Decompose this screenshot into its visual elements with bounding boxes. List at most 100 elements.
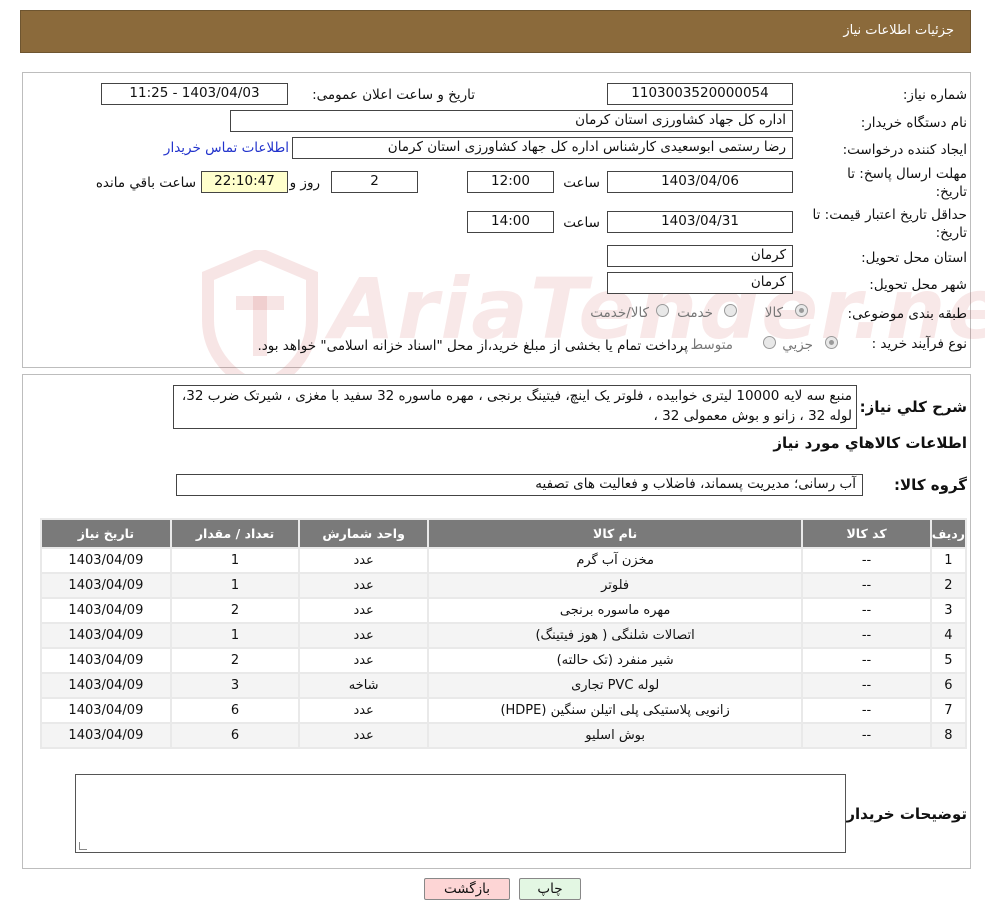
cell-code: -- bbox=[801, 647, 932, 674]
col-qty: تعداد / مقدار bbox=[169, 518, 301, 549]
city-label: شهر محل تحویل: bbox=[869, 277, 967, 293]
price-time-label: ساعت bbox=[563, 215, 600, 231]
remaining-time-field: 22:10:47 bbox=[201, 171, 288, 193]
back-button[interactable]: بازگشت bbox=[424, 878, 510, 900]
process-note: پرداخت تمام یا بخشی از مبلغ خرید،از محل … bbox=[257, 338, 688, 354]
page-title: جزئیات اطلاعات نیاز bbox=[843, 23, 954, 38]
price-time-field: 14:00 bbox=[467, 211, 554, 233]
cell-date: 1403/04/09 bbox=[40, 647, 172, 674]
cell-row: 8 bbox=[929, 722, 968, 749]
reply-deadline-label: مهلت ارسال پاسخ: تا bbox=[847, 166, 967, 182]
cell-row: 7 bbox=[929, 697, 968, 724]
price-date-field: 1403/04/31 bbox=[607, 211, 793, 233]
col-date: تاریخ نیاز bbox=[40, 518, 172, 549]
reply-time-field: 12:00 bbox=[467, 171, 554, 193]
cell-row: 5 bbox=[929, 647, 968, 674]
cell-row: 4 bbox=[929, 622, 968, 649]
category-option-service: خدمت bbox=[677, 305, 713, 321]
reply-date-field: 1403/04/06 bbox=[607, 171, 793, 193]
cell-unit: عدد bbox=[298, 622, 429, 649]
cell-name: لوله PVC تجاری bbox=[426, 672, 804, 699]
cell-code: -- bbox=[801, 572, 932, 599]
cell-qty: 6 bbox=[169, 697, 301, 724]
cell-unit: شاخه bbox=[298, 672, 429, 699]
reply-time-label: ساعت bbox=[563, 175, 600, 191]
category-radio-goods-service[interactable] bbox=[656, 304, 669, 317]
buyer-notes-label: توضیحات خریدار: bbox=[840, 805, 967, 823]
cell-name: مخزن آب گرم bbox=[426, 547, 804, 574]
cell-row: 1 bbox=[929, 547, 968, 574]
cell-qty: 2 bbox=[169, 647, 301, 674]
table-row: 5 -- شیر منفرد (تک حالته) عدد 2 1403/04/… bbox=[40, 647, 968, 674]
creator-label: ایجاد کننده درخواست: bbox=[842, 142, 967, 158]
cell-date: 1403/04/09 bbox=[40, 672, 172, 699]
remaining-label: ساعت باقي مانده bbox=[95, 175, 196, 191]
category-label: طبقه بندی موضوعی: bbox=[847, 306, 967, 322]
table-row: 3 -- مهره ماسوره برنجی عدد 2 1403/04/09 bbox=[40, 597, 968, 624]
col-unit: واحد شمارش bbox=[298, 518, 429, 549]
cell-qty: 2 bbox=[169, 597, 301, 624]
province-label: استان محل تحویل: bbox=[861, 250, 967, 266]
cell-date: 1403/04/09 bbox=[40, 597, 172, 624]
cell-name: اتصالات شلنگی ( هوز فیتینگ) bbox=[426, 622, 804, 649]
table-row: 1 -- مخزن آب گرم عدد 1 1403/04/09 bbox=[40, 547, 968, 574]
resize-grip-icon[interactable] bbox=[79, 842, 87, 850]
days-field: 2 bbox=[331, 171, 418, 193]
cell-name: زانویی پلاستیکی پلی اتیلن سنگین (HDPE) bbox=[426, 697, 804, 724]
cell-date: 1403/04/09 bbox=[40, 722, 172, 749]
buyer-org-field: اداره کل جهاد کشاورزی استان کرمان bbox=[230, 110, 793, 132]
cell-name: بوش اسلیو bbox=[426, 722, 804, 749]
announce-label: تاریخ و ساعت اعلان عمومی: bbox=[312, 87, 475, 103]
col-name: نام کالا bbox=[426, 518, 804, 549]
price-validity-label-2: تاریخ: bbox=[935, 225, 967, 241]
days-label: روز و bbox=[289, 175, 320, 191]
table-row: 2 -- فلوتر عدد 1 1403/04/09 bbox=[40, 572, 968, 599]
cell-code: -- bbox=[801, 722, 932, 749]
cell-code: -- bbox=[801, 597, 932, 624]
cell-qty: 1 bbox=[169, 622, 301, 649]
category-option-goods-service: کالا/خدمت bbox=[590, 305, 649, 321]
goods-group-label: گروه کالا: bbox=[894, 476, 967, 494]
creator-field: رضا رستمی ابوسعیدی کارشناس اداره کل جهاد… bbox=[292, 137, 793, 159]
process-radio-medium[interactable] bbox=[763, 336, 776, 349]
print-button[interactable]: چاپ bbox=[519, 878, 581, 900]
cell-qty: 1 bbox=[169, 547, 301, 574]
cell-date: 1403/04/09 bbox=[40, 622, 172, 649]
goods-group-field: آب رسانی؛ مدیریت پسماند، فاضلاب و فعالیت… bbox=[176, 474, 863, 496]
cell-code: -- bbox=[801, 622, 932, 649]
page-header: جزئیات اطلاعات نیاز bbox=[20, 10, 971, 53]
cell-qty: 1 bbox=[169, 572, 301, 599]
price-validity-label: حداقل تاریخ اعتبار قیمت: تا bbox=[812, 207, 967, 223]
table-row: 8 -- بوش اسلیو عدد 6 1403/04/09 bbox=[40, 722, 968, 749]
cell-qty: 3 bbox=[169, 672, 301, 699]
cell-date: 1403/04/09 bbox=[40, 572, 172, 599]
process-radio-minor[interactable] bbox=[825, 336, 838, 349]
col-row: رديف bbox=[929, 518, 968, 549]
cell-unit: عدد bbox=[298, 697, 429, 724]
table-row: 4 -- اتصالات شلنگی ( هوز فیتینگ) عدد 1 1… bbox=[40, 622, 968, 649]
cell-row: 3 bbox=[929, 597, 968, 624]
cell-code: -- bbox=[801, 672, 932, 699]
cell-unit: عدد bbox=[298, 647, 429, 674]
table-row: 7 -- زانویی پلاستیکی پلی اتیلن سنگین (HD… bbox=[40, 697, 968, 724]
cell-qty: 6 bbox=[169, 722, 301, 749]
cell-date: 1403/04/09 bbox=[40, 547, 172, 574]
cell-row: 2 bbox=[929, 572, 968, 599]
table-row: 6 -- لوله PVC تجاری شاخه 3 1403/04/09 bbox=[40, 672, 968, 699]
process-label: نوع فرآیند خرید : bbox=[871, 336, 967, 352]
city-field: کرمان bbox=[607, 272, 793, 294]
cell-name: فلوتر bbox=[426, 572, 804, 599]
category-radio-service[interactable] bbox=[724, 304, 737, 317]
buyer-contact-link[interactable]: اطلاعات تماس خریدار bbox=[164, 140, 289, 156]
description-label: شرح کلي نياز: bbox=[859, 398, 967, 416]
buyer-notes-textarea[interactable] bbox=[75, 774, 846, 853]
cell-name: مهره ماسوره برنجی bbox=[426, 597, 804, 624]
province-field: کرمان bbox=[607, 245, 793, 267]
table-header-row: رديف کد کالا نام کالا واحد شمارش تعداد /… bbox=[40, 518, 968, 549]
cell-unit: عدد bbox=[298, 572, 429, 599]
cell-name: شیر منفرد (تک حالته) bbox=[426, 647, 804, 674]
category-radio-goods[interactable] bbox=[795, 304, 808, 317]
announce-field: 1403/04/03 - 11:25 bbox=[101, 83, 288, 105]
cell-row: 6 bbox=[929, 672, 968, 699]
col-code: کد کالا bbox=[801, 518, 932, 549]
